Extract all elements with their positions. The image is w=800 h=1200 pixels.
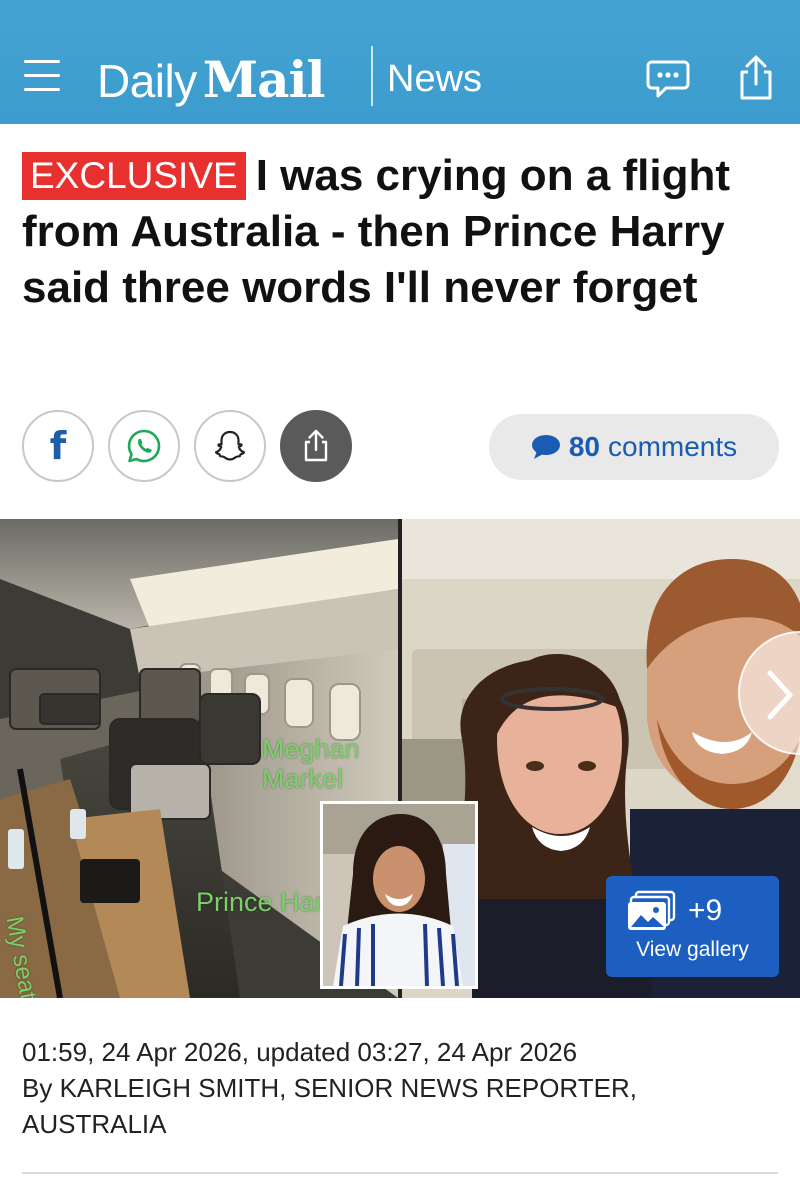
comments-header-icon[interactable] — [644, 54, 692, 102]
comments-label: comments — [608, 431, 738, 462]
snapchat-share-button[interactable] — [194, 410, 266, 482]
article-hero-image[interactable]: Meghan Markel Prince Harry My seat +9 Vi… — [0, 519, 800, 998]
label-meghan: Meghan Markel — [262, 734, 360, 794]
header-divider — [371, 46, 373, 106]
meghan-inset-photo — [320, 801, 478, 989]
gallery-icon — [628, 890, 676, 930]
whatsapp-share-button[interactable] — [108, 410, 180, 482]
article-timestamp: 01:59, 24 Apr 2026, updated 03:27, 24 Ap… — [22, 1037, 578, 1067]
snapchat-icon — [214, 430, 246, 461]
exclusive-badge: EXCLUSIVE — [22, 152, 246, 200]
menu-icon[interactable] — [24, 58, 62, 98]
logo-mail: Mail — [202, 50, 326, 109]
facebook-share-button[interactable]: f — [22, 410, 94, 482]
article-headline: EXCLUSIVE I was crying on a flight from A… — [22, 148, 782, 316]
top-header: Daily Mail News — [0, 0, 800, 124]
comments-button[interactable]: 80 comments — [489, 414, 779, 480]
article-byline[interactable]: By KARLEIGH SMITH, SENIOR NEWS REPORTER,… — [22, 1070, 782, 1142]
share-button[interactable] — [280, 410, 352, 482]
view-gallery-button[interactable]: +9 View gallery — [606, 876, 779, 977]
share-icon — [304, 429, 328, 462]
gallery-count: +9 — [688, 894, 723, 927]
gallery-label: View gallery — [636, 938, 749, 961]
section-divider — [22, 1172, 778, 1174]
comments-count: 80 — [568, 431, 600, 462]
logo-daily: Daily — [97, 55, 197, 107]
site-logo[interactable]: Daily Mail — [97, 50, 326, 109]
facebook-icon: f — [49, 424, 67, 468]
section-label[interactable]: News — [387, 58, 482, 101]
whatsapp-icon — [127, 429, 161, 463]
comment-bubble-icon — [531, 435, 560, 459]
chevron-right-icon — [767, 670, 793, 720]
article-meta: 01:59, 24 Apr 2026, updated 03:27, 24 Ap… — [22, 1034, 782, 1142]
share-header-icon[interactable] — [732, 54, 780, 102]
